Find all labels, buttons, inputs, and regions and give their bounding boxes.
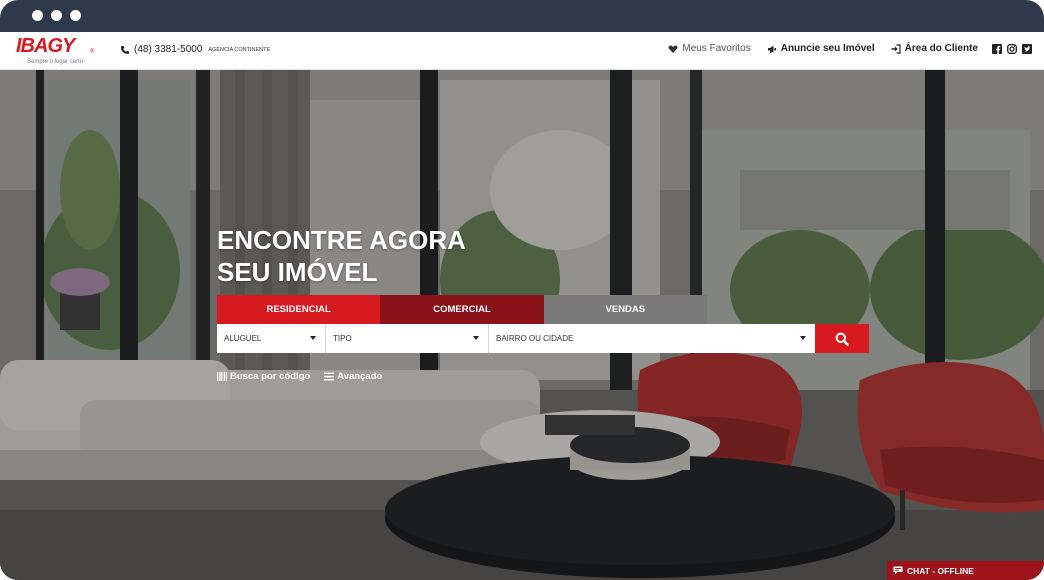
window-dot-maximize[interactable] xyxy=(70,10,81,21)
advanced-search-link[interactable]: Avançado xyxy=(324,371,382,382)
hero-headline: ENCONTRE AGORA SEU IMÓVEL xyxy=(217,224,537,288)
facebook-icon[interactable] xyxy=(992,43,1002,54)
social-links xyxy=(992,43,1032,54)
site-header: IBAGY ® Sempre o lugar certo (48) 3381-5… xyxy=(0,32,1044,70)
phone-number: (48) 3381-5000 xyxy=(134,44,203,55)
header-nav: Meus Favoritos Anuncie seu Imóvel Área d… xyxy=(652,43,1032,54)
browser-frame: IBAGY ® Sempre o lugar certo (48) 3381-5… xyxy=(0,0,1044,580)
chat-widget[interactable]: CHAT - OFFLINE xyxy=(887,561,1044,580)
window-dot-close[interactable] xyxy=(32,10,43,21)
logo-wordmark: IBAGY xyxy=(16,35,75,57)
advanced-search-label: Avançado xyxy=(337,371,383,382)
location-select[interactable]: BAIRRO OU CIDADE xyxy=(489,324,815,353)
logo-tagline: Sempre o lugar certo xyxy=(27,59,84,65)
phone-agency-label: AGÊNCIA CONTINENTE xyxy=(208,46,271,53)
barcode-icon xyxy=(217,372,227,381)
nav-favorites-label: Meus Favoritos xyxy=(682,43,751,54)
headline-line-2: SEU IMÓVEL xyxy=(217,257,378,287)
chevron-down-icon xyxy=(800,336,806,340)
page-viewport: IBAGY ® Sempre o lugar certo (48) 3381-5… xyxy=(0,32,1044,580)
nav-announce-label: Anuncie seu Imóvel xyxy=(780,43,875,54)
nav-client-area-label: Área do Cliente xyxy=(904,43,978,54)
twitter-icon[interactable] xyxy=(1022,43,1032,54)
quick-search-links: Busca por código Avançado xyxy=(217,371,382,382)
code-search-label: Busca por código xyxy=(230,371,311,382)
deal-type-select[interactable]: ALUGUEL xyxy=(217,324,326,353)
code-search-link[interactable]: Busca por código xyxy=(217,371,310,382)
location-value: BAIRRO OU CIDADE xyxy=(496,334,574,343)
headline-line-1: ENCONTRE AGORA xyxy=(217,225,466,255)
ibagy-logo[interactable]: IBAGY ® Sempre o lugar certo xyxy=(16,35,100,67)
phone-contact[interactable]: (48) 3381-5000 AGÊNCIA CONTINENTE xyxy=(120,44,270,55)
property-type-value: TIPO xyxy=(333,334,352,343)
search-tabs: RESIDENCIAL COMERCIAL VENDAS xyxy=(217,295,707,324)
tab-residencial[interactable]: RESIDENCIAL xyxy=(217,295,381,324)
chevron-down-icon xyxy=(310,336,316,340)
nav-client-area[interactable]: Área do Cliente xyxy=(891,43,978,54)
chat-icon xyxy=(893,566,903,575)
tab-comercial[interactable]: COMERCIAL xyxy=(380,295,544,324)
megaphone-icon xyxy=(767,45,776,53)
logo-trademark: ® xyxy=(90,49,95,55)
search-button[interactable] xyxy=(815,324,869,353)
phone-icon xyxy=(121,45,129,54)
nav-favorites[interactable]: Meus Favoritos xyxy=(668,43,751,54)
tab-vendas[interactable]: VENDAS xyxy=(543,295,707,324)
property-type-select[interactable]: TIPO xyxy=(326,324,489,353)
heart-icon xyxy=(668,44,678,53)
chevron-down-icon xyxy=(473,336,479,340)
search-icon xyxy=(835,332,849,346)
hero-banner: ENCONTRE AGORA SEU IMÓVEL RESIDENCIAL CO… xyxy=(0,70,1044,580)
instagram-icon[interactable] xyxy=(1007,43,1017,54)
window-controls xyxy=(32,10,81,21)
window-dot-minimize[interactable] xyxy=(51,10,62,21)
menu-icon xyxy=(324,372,335,381)
chat-status-label: CHAT - OFFLINE xyxy=(907,565,974,576)
search-form: ALUGUEL TIPO BAIRRO OU CIDADE xyxy=(217,324,869,353)
nav-announce[interactable]: Anuncie seu Imóvel xyxy=(767,43,875,54)
deal-type-value: ALUGUEL xyxy=(224,334,262,343)
sign-in-icon xyxy=(891,43,901,54)
